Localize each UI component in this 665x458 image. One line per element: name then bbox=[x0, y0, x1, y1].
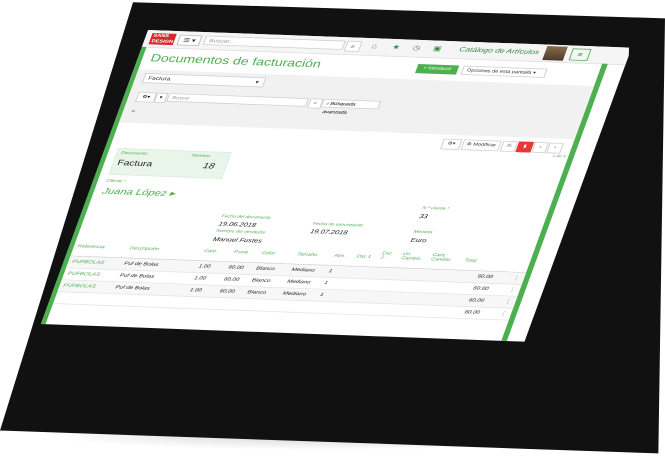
settings-dropdown-button[interactable]: ⚙▾ bbox=[440, 138, 463, 150]
col-desc[interactable]: Descripción bbox=[129, 246, 160, 251]
number-label: Número bbox=[190, 153, 211, 159]
clock-icon[interactable]: ◷ bbox=[412, 44, 422, 52]
next-icon[interactable]: › bbox=[546, 142, 564, 154]
col-size[interactable]: Tamaño bbox=[296, 253, 317, 258]
client-number-value[interactable]: 33 bbox=[418, 213, 429, 220]
col-qty[interactable]: Cant. bbox=[203, 249, 218, 254]
chevron-down-icon: ▼ bbox=[253, 80, 261, 86]
col-dsc2[interactable]: Dsc 2 bbox=[380, 251, 396, 260]
doc-date-value[interactable]: 19.06.2018 bbox=[218, 221, 258, 229]
cell-color: Blanco bbox=[251, 277, 272, 284]
avatar[interactable] bbox=[542, 46, 568, 61]
row-menu-icon[interactable]: ⋮ bbox=[512, 275, 522, 282]
cell-qty: 1.00 bbox=[189, 287, 203, 293]
col-ref[interactable]: Referencia bbox=[77, 245, 106, 250]
client-number-label: N.º cliente * bbox=[421, 206, 450, 212]
cell-size: Mediano bbox=[290, 267, 316, 273]
row-menu-icon[interactable]: ⋮ bbox=[499, 310, 509, 317]
star-icon[interactable]: ★ bbox=[391, 43, 401, 51]
col-qty-change[interactable]: Cant. Cambio bbox=[430, 253, 459, 262]
currency-label: Moneda bbox=[412, 229, 433, 235]
cell-desc: Puf de Bolas bbox=[114, 284, 151, 292]
cell-price: 60.00 bbox=[223, 276, 241, 283]
list-menu-button[interactable]: ☰ ▾ bbox=[176, 34, 203, 47]
global-search-input[interactable]: Buscar... bbox=[202, 35, 346, 50]
options-label: Opciones de esta pantalla bbox=[466, 68, 533, 76]
calendar-icon[interactable]: ▣ bbox=[432, 45, 442, 53]
home-icon[interactable]: ⌂ bbox=[371, 42, 379, 49]
row-menu-icon[interactable]: ⋮ bbox=[507, 287, 517, 294]
cell-desc: Puf de Bolas bbox=[118, 273, 156, 280]
page-title: Documentos de facturación bbox=[148, 52, 323, 71]
cell-alm: 1 bbox=[319, 292, 325, 298]
catalog-link[interactable]: Catálogo de Artículos bbox=[458, 46, 540, 56]
col-alm[interactable]: Alm. bbox=[333, 254, 346, 259]
document-type-value: Factura bbox=[147, 76, 172, 82]
currency-value[interactable]: Euro bbox=[410, 237, 428, 244]
number-value[interactable]: 18 bbox=[202, 162, 216, 171]
cell-desc: Puf de Bolas bbox=[123, 261, 160, 268]
hamburger-menu-icon[interactable]: ≡ bbox=[568, 48, 592, 61]
introduce-button[interactable]: + Introducir bbox=[415, 64, 460, 75]
row-menu-icon[interactable]: ⋮ bbox=[503, 298, 513, 305]
advanced-search-button[interactable]: ⌕ Búsqueda avanzada bbox=[320, 98, 382, 115]
cell-ref[interactable]: PUFBOLAS bbox=[71, 259, 105, 265]
search-icon[interactable]: ⌕ bbox=[343, 40, 363, 52]
col-change[interactable]: Un. Cambio bbox=[400, 252, 427, 261]
col-color[interactable]: Color bbox=[261, 251, 276, 256]
cell-qty: 1.00 bbox=[197, 263, 212, 270]
due-date-label: Fecha de vencimiento bbox=[312, 221, 364, 228]
cell-color: Blanco bbox=[255, 265, 276, 272]
invoice-lines-table: Referencia Descripción Cant. P.unit. Col… bbox=[52, 238, 533, 321]
cell-size: Mediano bbox=[282, 291, 307, 297]
document-value[interactable]: Factura bbox=[116, 159, 154, 169]
col-dsc1[interactable]: Dsc 1 bbox=[356, 255, 372, 260]
document-label: Documento bbox=[120, 151, 148, 157]
doc-date-label: Fecha del documento bbox=[220, 214, 272, 221]
seller-value[interactable]: Manuel Fustes bbox=[212, 236, 263, 244]
modify-label: Modificar bbox=[472, 142, 497, 148]
client-name: Juana López bbox=[100, 185, 169, 199]
cell-total: 60.00 bbox=[476, 274, 494, 280]
cell-price: 60.00 bbox=[227, 264, 245, 271]
cell-total: 60.00 bbox=[463, 309, 481, 316]
cell-total: 60.00 bbox=[468, 297, 485, 304]
pager-text: 1 de 3 bbox=[551, 154, 567, 159]
col-price[interactable]: P.unit. bbox=[233, 250, 250, 255]
screen-options-button[interactable]: Opciones de esta pantalla ▾ bbox=[460, 65, 548, 78]
client-label: Cliente * bbox=[105, 178, 127, 184]
cell-total: 60.00 bbox=[472, 285, 490, 292]
cell-alm: 1 bbox=[327, 268, 334, 274]
modify-button[interactable]: ⚙ Modificar bbox=[460, 139, 502, 152]
cell-qty: 1.00 bbox=[193, 275, 207, 282]
tablet-screen: SANS DESIGN ☰ ▾ Buscar... ⌕ ⌂ ★ ◷ ▣ Catá… bbox=[15, 29, 630, 416]
cell-ref[interactable]: PUFBOLAS bbox=[67, 271, 101, 277]
cell-alm: 1 bbox=[323, 280, 329, 286]
document-card: Documento Número Factura 18 bbox=[108, 148, 232, 179]
client-value[interactable]: Juana López ▸ bbox=[101, 186, 177, 198]
app-logo[interactable]: SANS DESIGN bbox=[148, 33, 177, 46]
cell-size: Mediano bbox=[286, 279, 312, 285]
cell-ref[interactable]: PUFBOLAS bbox=[63, 283, 97, 289]
due-date-value[interactable]: 19.07.2018 bbox=[309, 228, 349, 236]
cell-color: Blanco bbox=[246, 289, 267, 296]
cell-price: 60.00 bbox=[218, 288, 236, 295]
seller-label: Nombre del vendedor bbox=[215, 229, 267, 235]
col-total[interactable]: Total bbox=[464, 259, 477, 264]
